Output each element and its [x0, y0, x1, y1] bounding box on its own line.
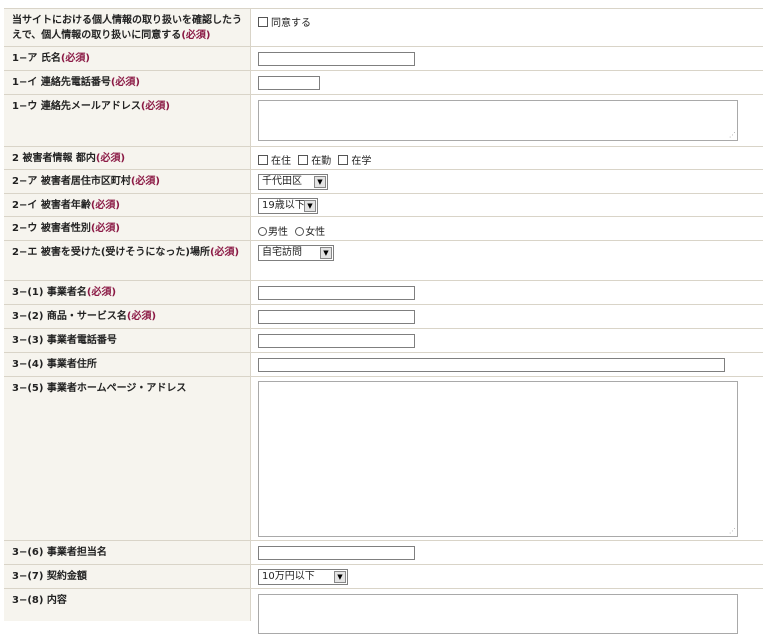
row-victim-info: 2 被害者情報 都内(必須) 在住 在勤 在学: [4, 146, 763, 170]
business-name-label: 3−(1) 事業者名(必須): [4, 281, 251, 305]
checkbox-icon: [258, 17, 268, 27]
victim-info-label: 2 被害者情報 都内(必須): [4, 147, 251, 170]
required-mark: (必須): [209, 247, 240, 258]
required-mark: (必須): [130, 176, 160, 187]
row-age: 2−イ 被害者年齢(必須) 19歳以下 ▼: [4, 193, 763, 217]
chevron-down-icon[interactable]: ▼: [320, 247, 332, 259]
content-label: 3−(8) 内容: [4, 589, 251, 621]
row-business-name: 3−(1) 事業者名(必須): [4, 280, 763, 305]
required-mark: (必須): [90, 223, 120, 234]
email-label: 1−ウ 連絡先メールアドレス(必須): [4, 95, 251, 147]
contract-amount-select[interactable]: 10万円以下 ▼: [258, 569, 348, 585]
row-business-phone: 3−(3) 事業者電話番号: [4, 328, 763, 353]
row-business-homepage: 3−(5) 事業者ホームページ・アドレス ⋰: [4, 376, 763, 541]
business-phone-label: 3−(3) 事業者電話番号: [4, 329, 251, 353]
row-residence: 2−ア 被害者居住市区町村(必須) 千代田区 ▼: [4, 169, 763, 194]
gender-label: 2−ウ 被害者性別(必須): [4, 217, 251, 241]
required-mark: (必須): [126, 311, 157, 322]
checkbox-resident[interactable]: 在住: [258, 155, 291, 167]
row-name: 1−ア 氏名(必須): [4, 46, 763, 71]
radio-icon: [295, 227, 305, 236]
business-homepage-label: 3−(5) 事業者ホームページ・アドレス: [4, 377, 251, 541]
email-textarea[interactable]: ⋰: [258, 100, 738, 141]
row-place: 2−エ 被害を受けた(受けそうになった)場所(必須) 自宅訪問 ▼: [4, 240, 763, 281]
radio-female[interactable]: 女性: [295, 227, 325, 238]
name-input[interactable]: [258, 52, 415, 66]
checkbox-icon: [298, 155, 309, 165]
place-label: 2−エ 被害を受けた(受けそうになった)場所(必須): [4, 241, 251, 281]
checkbox-worker[interactable]: 在勤: [298, 155, 331, 167]
chevron-down-icon[interactable]: ▼: [334, 571, 346, 583]
contract-amount-label: 3−(7) 契約金額: [4, 565, 251, 589]
required-mark: (必須): [60, 53, 90, 64]
row-phone: 1−イ 連絡先電話番号(必須): [4, 70, 763, 95]
radio-icon: [258, 227, 267, 236]
row-email: 1−ウ 連絡先メールアドレス(必須) ⋰: [4, 94, 763, 147]
phone-label: 1−イ 連絡先電話番号(必須): [4, 71, 251, 95]
business-name-input[interactable]: [258, 286, 415, 300]
checkbox-icon: [338, 155, 349, 165]
row-contract-amount: 3−(7) 契約金額 10万円以下 ▼: [4, 564, 763, 589]
business-address-input[interactable]: [258, 358, 725, 372]
consent-checkbox[interactable]: 同意する: [258, 14, 311, 29]
business-phone-input[interactable]: [258, 334, 415, 348]
product-input[interactable]: [258, 310, 415, 324]
business-address-label: 3−(4) 事業者住所: [4, 353, 251, 377]
name-label: 1−ア 氏名(必須): [4, 47, 251, 71]
row-consent: 当サイトにおける個人情報の取り扱いを確認したうえで、個人情報の取り扱いに同意する…: [4, 8, 763, 47]
content-textarea[interactable]: [258, 594, 738, 634]
required-mark: (必須): [140, 101, 170, 112]
required-mark: (必須): [181, 30, 211, 41]
checkbox-icon: [258, 155, 268, 165]
required-mark: (必須): [110, 77, 140, 88]
product-label: 3−(2) 商品・サービス名(必須): [4, 305, 251, 329]
business-homepage-textarea[interactable]: ⋰: [258, 381, 738, 537]
required-mark: (必須): [95, 153, 126, 164]
radio-male[interactable]: 男性: [258, 227, 288, 238]
consent-label: 当サイトにおける個人情報の取り扱いを確認したうえで、個人情報の取り扱いに同意する…: [4, 9, 251, 47]
row-business-address: 3−(4) 事業者住所: [4, 352, 763, 377]
residence-select[interactable]: 千代田区 ▼: [258, 174, 328, 190]
age-select[interactable]: 19歳以下 ▼: [258, 198, 318, 214]
row-business-contact: 3−(6) 事業者担当名: [4, 540, 763, 565]
required-mark: (必須): [90, 200, 120, 211]
residence-label: 2−ア 被害者居住市区町村(必須): [4, 170, 251, 194]
resize-grip-icon[interactable]: ⋰: [729, 528, 736, 535]
phone-input[interactable]: [258, 76, 320, 90]
row-gender: 2−ウ 被害者性別(必須) 男性 女性: [4, 216, 763, 241]
place-select[interactable]: 自宅訪問 ▼: [258, 245, 334, 261]
business-contact-input[interactable]: [258, 546, 415, 560]
row-content: 3−(8) 内容: [4, 588, 763, 634]
chevron-down-icon[interactable]: ▼: [314, 176, 326, 188]
chevron-down-icon[interactable]: ▼: [304, 200, 316, 212]
business-contact-label: 3−(6) 事業者担当名: [4, 541, 251, 565]
row-product: 3−(2) 商品・サービス名(必須): [4, 304, 763, 329]
age-label: 2−イ 被害者年齢(必須): [4, 194, 251, 217]
checkbox-student[interactable]: 在学: [338, 155, 371, 167]
resize-grip-icon[interactable]: ⋰: [729, 132, 736, 139]
required-mark: (必須): [86, 287, 117, 298]
